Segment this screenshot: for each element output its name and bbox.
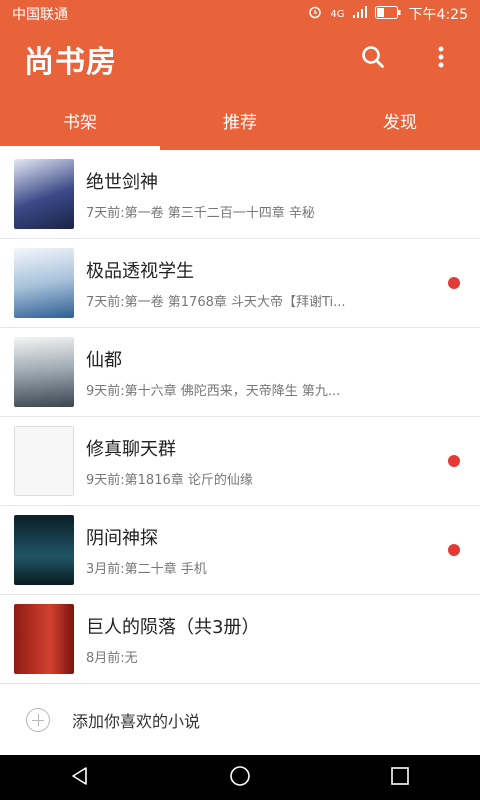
app-title: 尚书房 <box>24 45 117 80</box>
book-latest-chapter: 9天前:第1816章 论斤的仙缘 <box>86 472 253 488</box>
tab-recommend[interactable]: 推荐 <box>160 90 320 150</box>
app-bar: 尚书房 <box>0 28 480 90</box>
system-nav-bar <box>0 755 480 800</box>
plus-circle-icon <box>26 708 50 732</box>
book-cover <box>14 426 74 496</box>
book-latest-chapter: 3月前:第二十章 手机 <box>86 561 207 577</box>
book-title: 巨人的陨落（共3册） <box>86 616 260 638</box>
add-novel-button[interactable]: 添加你喜欢的小说 <box>0 686 480 754</box>
recents-square-icon <box>390 766 410 790</box>
book-title: 修真聊天群 <box>86 438 176 460</box>
book-item[interactable]: 绝世剑神 7天前:第一卷 第三千二百一十四章 辛秘 <box>0 150 480 239</box>
tab-bookshelf[interactable]: 书架 <box>0 90 160 150</box>
back-button[interactable] <box>60 763 100 793</box>
book-item[interactable]: 巨人的陨落（共3册） 8月前:无 <box>0 595 480 684</box>
book-latest-chapter: 7天前:第一卷 第1768章 斗天大帝【拜谢Ti... <box>86 294 346 310</box>
network-label: 4G <box>330 8 345 20</box>
back-triangle-icon <box>70 766 90 790</box>
alarm-icon <box>308 5 322 23</box>
book-item[interactable]: 阴间神探 3月前:第二十章 手机 <box>0 506 480 595</box>
more-vert-icon <box>437 45 445 73</box>
book-latest-chapter: 9天前:第十六章 佛陀西来，天帝降生 第九... <box>86 383 341 399</box>
status-bar: 中国联通 4G 下午4:25 <box>0 0 480 28</box>
unread-dot <box>448 277 460 289</box>
clock-label: 下午4:25 <box>408 7 468 23</box>
tab-bar: 书架 推荐 发现 <box>0 90 480 150</box>
book-cover <box>14 337 74 407</box>
book-title: 仙都 <box>86 349 122 371</box>
carrier-label: 中国联通 <box>12 7 68 23</box>
add-novel-label: 添加你喜欢的小说 <box>72 712 201 731</box>
home-circle-icon <box>229 765 251 791</box>
unread-dot <box>448 544 460 556</box>
signal-icon <box>352 6 367 22</box>
book-latest-chapter: 7天前:第一卷 第三千二百一十四章 辛秘 <box>86 205 315 221</box>
book-cover <box>14 604 74 674</box>
home-button[interactable] <box>220 763 260 793</box>
search-icon <box>360 44 386 74</box>
book-title: 绝世剑神 <box>86 171 158 193</box>
status-icons: 4G 下午4:25 <box>308 4 468 24</box>
unread-dot <box>448 455 460 467</box>
book-cover <box>14 515 74 585</box>
book-title: 极品透视学生 <box>86 260 194 282</box>
book-item[interactable]: 仙都 9天前:第十六章 佛陀西来，天帝降生 第九... <box>0 328 480 417</box>
book-item[interactable]: 修真聊天群 9天前:第1816章 论斤的仙缘 <box>0 417 480 506</box>
book-latest-chapter: 8月前:无 <box>86 650 138 666</box>
book-item[interactable]: 极品透视学生 7天前:第一卷 第1768章 斗天大帝【拜谢Ti... <box>0 239 480 328</box>
tab-discover[interactable]: 发现 <box>320 90 480 150</box>
battery-icon <box>374 5 401 23</box>
recents-button[interactable] <box>380 763 420 793</box>
book-title: 阴间神探 <box>86 527 158 549</box>
book-list: 绝世剑神 7天前:第一卷 第三千二百一十四章 辛秘 极品透视学生 7天前:第一卷… <box>0 150 480 684</box>
more-button[interactable] <box>426 44 456 74</box>
book-cover <box>14 159 74 229</box>
book-cover <box>14 248 74 318</box>
search-button[interactable] <box>358 44 388 74</box>
